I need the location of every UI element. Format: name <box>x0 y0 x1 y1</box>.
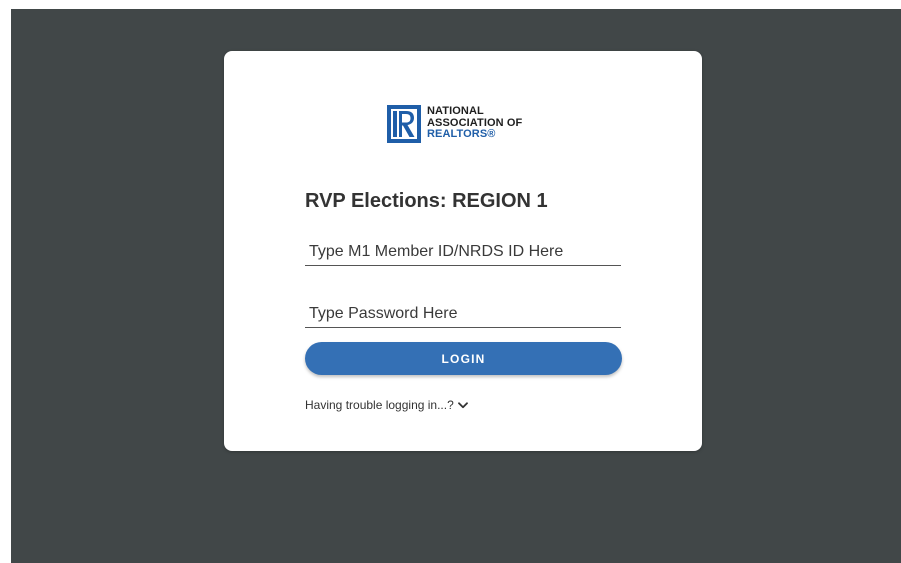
login-button[interactable]: LOGIN <box>305 342 622 375</box>
nar-logo: NATIONAL ASSOCIATION OF REALTORS® <box>387 105 522 143</box>
realtor-r-logo-icon <box>387 105 421 143</box>
trouble-logging-in-text: Having trouble logging in...? <box>305 398 454 412</box>
logo-line-national: NATIONAL <box>427 105 484 117</box>
logo-line-realtors: REALTORS® <box>427 128 496 140</box>
chevron-down-icon <box>457 401 468 408</box>
member-id-field[interactable] <box>305 238 621 266</box>
password-field[interactable] <box>305 300 621 328</box>
page-title: RVP Elections: REGION 1 <box>305 190 548 212</box>
trouble-logging-in-toggle[interactable]: Having trouble logging in...? <box>305 398 468 412</box>
logo-text: NATIONAL ASSOCIATION OF REALTORS® <box>427 105 522 141</box>
